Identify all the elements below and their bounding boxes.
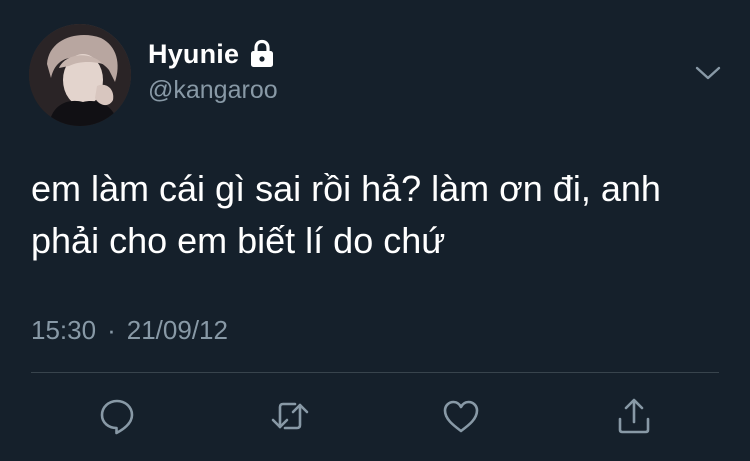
chevron-down-icon[interactable] <box>694 63 722 83</box>
share-button[interactable] <box>612 394 656 438</box>
retweet-button[interactable] <box>268 394 312 438</box>
tweet-text: em làm cái gì sai rồi hả? làm ơn đi, anh… <box>31 168 661 261</box>
tweet-time: 15:30 <box>31 315 97 345</box>
tweet-timestamp[interactable]: 15:30 · 21/09/12 <box>31 315 228 346</box>
lock-icon <box>248 39 276 69</box>
tweet-card: Hyunie @kangaroo em làm cái gì sai rồi h… <box>0 0 750 461</box>
avatar-photo <box>29 24 131 126</box>
avatar[interactable] <box>29 24 131 126</box>
tweet-header: Hyunie @kangaroo <box>148 38 278 105</box>
like-button[interactable] <box>439 394 483 438</box>
heart-icon <box>443 400 479 433</box>
retweet-icon <box>271 402 309 430</box>
divider <box>31 372 719 373</box>
user-handle[interactable]: @kangaroo <box>148 76 278 105</box>
tweet-date: 21/09/12 <box>126 315 228 345</box>
share-icon <box>618 398 650 434</box>
display-name-row: Hyunie <box>148 38 278 70</box>
reply-button[interactable] <box>95 394 139 438</box>
comment-icon <box>100 399 134 435</box>
meta-separator: · <box>107 315 116 345</box>
action-bar <box>0 394 750 438</box>
display-name[interactable]: Hyunie <box>148 39 239 70</box>
